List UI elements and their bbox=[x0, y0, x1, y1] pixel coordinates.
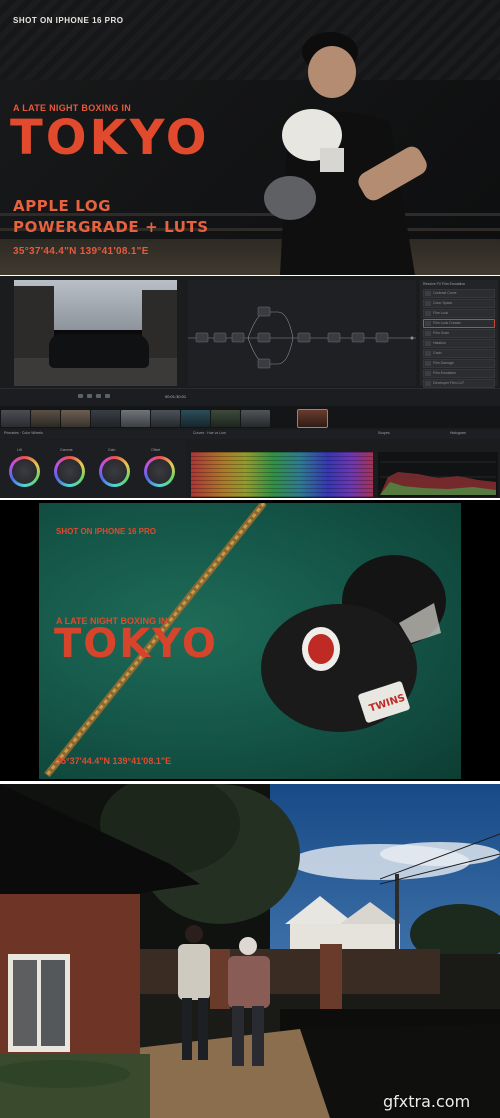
stop-icon[interactable] bbox=[96, 394, 101, 398]
curves-header: Curves · Hue vs Lum bbox=[193, 431, 226, 435]
shot-on-caption: SHOT ON IPHONE 16 PRO bbox=[13, 16, 124, 25]
wheel-label: Offset bbox=[151, 448, 161, 452]
effects-library-panel: Resolve FX Film Emulation Contrast Curve… bbox=[420, 280, 498, 388]
histogram-header: Histogram bbox=[450, 431, 466, 435]
garden-walk-frame bbox=[0, 784, 500, 1118]
forward-icon[interactable] bbox=[105, 394, 110, 398]
color-wheels-header: Primaries · Color Wheels bbox=[4, 431, 43, 435]
clip-thumbnail[interactable]: 06 bbox=[151, 410, 180, 427]
clip-thumbnail[interactable]: 05 bbox=[121, 410, 150, 427]
wheel-label: Gain bbox=[108, 448, 116, 452]
transport-controls bbox=[78, 394, 110, 398]
clip-thumbnail[interactable]: 08 bbox=[211, 410, 240, 427]
viewer-taxi bbox=[49, 334, 149, 368]
effect-item[interactable]: Film Damage bbox=[423, 359, 495, 368]
rewind-icon[interactable] bbox=[78, 394, 83, 398]
gloves-title-tokyo: TOKYO bbox=[54, 621, 218, 667]
effect-item[interactable]: Contrast Curve bbox=[423, 289, 495, 298]
effect-item[interactable]: Film Look bbox=[423, 309, 495, 318]
effect-item-label: Film Look Creator bbox=[433, 321, 461, 325]
gloves-shot-caption: SHOT ON IPHONE 16 PRO bbox=[56, 527, 157, 536]
effect-item-label: Film Look bbox=[433, 311, 449, 315]
wheel-label: Lift bbox=[17, 448, 22, 452]
effect-item-label: Film Grain bbox=[433, 331, 450, 335]
video-viewer[interactable] bbox=[14, 280, 177, 386]
effect-item-label: Color Space bbox=[433, 301, 453, 305]
effect-item-label: Film Emulation bbox=[433, 371, 457, 375]
watermark-text: gfxtra.com bbox=[383, 1092, 471, 1111]
scopes-header: Scopes bbox=[378, 431, 390, 435]
effect-item-label: Halation bbox=[433, 341, 446, 345]
node-editor[interactable] bbox=[188, 280, 416, 386]
clip-thumbnail[interactable]: 02 bbox=[31, 410, 60, 427]
effect-item-selected[interactable]: Film Look Creator bbox=[423, 319, 495, 328]
garden-scene bbox=[0, 784, 500, 1118]
clip-thumbnail-selected[interactable]: 10 bbox=[297, 409, 328, 428]
offset-color-wheel[interactable] bbox=[144, 456, 175, 487]
effect-item-label: Film Damage bbox=[433, 361, 454, 365]
coordinates: 35°37'44.4"N 139°41'08.1"E bbox=[13, 246, 149, 257]
effect-item[interactable]: Halation bbox=[423, 339, 495, 348]
viewer-building bbox=[14, 286, 54, 366]
gamma-color-wheel[interactable] bbox=[54, 456, 85, 487]
gloves-coordinates: 35°37'44.4"N 139°41'08.1"E bbox=[56, 756, 172, 766]
clip-timeline: 01 02 03 04 05 06 07 08 09 10 bbox=[0, 406, 500, 428]
effect-item[interactable]: Grain bbox=[423, 349, 495, 358]
clip-thumbnail[interactable]: 09 bbox=[241, 410, 270, 427]
gain-color-wheel[interactable] bbox=[99, 456, 130, 487]
subtitle-line-1: APPLE LOG bbox=[13, 197, 112, 215]
color-grading-ui: Resolve FX Film Emulation Contrast Curve… bbox=[0, 276, 500, 498]
effect-item[interactable]: Film Emulation bbox=[423, 369, 495, 378]
effect-item[interactable]: Developer Film LUT bbox=[423, 379, 495, 388]
node-graph bbox=[188, 306, 416, 369]
effect-item-label: Developer Film LUT bbox=[433, 381, 465, 385]
wheel-label: Gamma bbox=[60, 448, 73, 452]
play-icon[interactable] bbox=[87, 394, 92, 398]
hero-boxing-frame: SHOT ON IPHONE 16 PRO A LATE NIGHT BOXIN… bbox=[0, 0, 500, 275]
color-wheels-panel: Lift Gamma Gain Offset bbox=[0, 440, 186, 498]
hue-curve-display[interactable] bbox=[191, 452, 373, 497]
effect-item-label: Grain bbox=[433, 351, 442, 355]
title-tokyo: TOKYO bbox=[10, 110, 210, 166]
lift-color-wheel[interactable] bbox=[9, 456, 40, 487]
effect-item[interactable]: Film Grain bbox=[423, 329, 495, 338]
panel-header-bar: Primaries · Color Wheels Curves · Hue vs… bbox=[0, 430, 500, 439]
clip-thumbnail[interactable]: 04 bbox=[91, 410, 120, 427]
subtitle-line-2: POWERGRADE + LUTS bbox=[13, 218, 209, 236]
clip-thumbnail[interactable]: 07 bbox=[181, 410, 210, 427]
clip-thumbnail[interactable]: 03 bbox=[61, 410, 90, 427]
clip-thumbnail[interactable]: 01 bbox=[1, 410, 30, 427]
effects-panel-title: Resolve FX Film Emulation bbox=[423, 282, 466, 286]
viewer-toolbar bbox=[0, 388, 500, 405]
boxer-figure bbox=[264, 32, 427, 275]
histogram-scope bbox=[378, 452, 498, 497]
timecode-readout: 00:01:30:01 bbox=[165, 394, 187, 399]
effect-item-label: Contrast Curve bbox=[433, 291, 457, 295]
effect-item[interactable]: Color Space bbox=[423, 299, 495, 308]
